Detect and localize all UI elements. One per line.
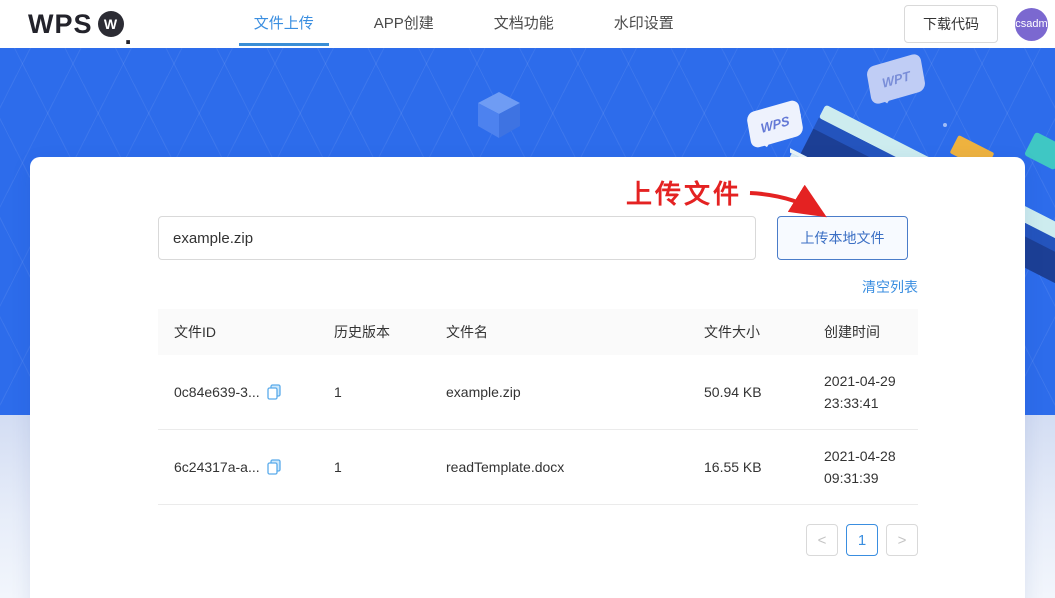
table-row: 0c84e639-3... 1 example.zip 50.94 KB 202… [158, 355, 918, 430]
file-size-cell: 50.94 KB [704, 384, 762, 400]
user-avatar[interactable]: csadm [1015, 7, 1048, 41]
version-cell: 1 [334, 459, 342, 475]
column-header-file-id: 文件ID [174, 324, 216, 340]
created-at-cell: 2021-04-28 09:31:39 [824, 448, 896, 486]
wps-logo-text: WPS [28, 8, 93, 39]
upload-annotation-text: 上传文件 [626, 180, 743, 209]
wps-logo-dot: . [124, 19, 132, 50]
created-at-cell: 2021-04-29 23:33:41 [824, 373, 896, 411]
pagination: < 1 > [158, 524, 918, 556]
file-id-text: 6c24317a-a... [174, 459, 260, 475]
wps-bubble-label: WPS [759, 112, 791, 136]
column-header-file-name: 文件名 [446, 324, 488, 340]
download-code-button[interactable]: 下载代码 [904, 5, 998, 43]
copy-icon[interactable] [266, 384, 281, 400]
file-id-cell: 6c24317a-a... [158, 459, 318, 475]
clear-list-row: 清空列表 [158, 277, 918, 297]
header-right-area: 下载代码 csadm [904, 5, 1048, 43]
nav-tabs: 文件上传 APP创建 文档功能 水印设置 [224, 0, 704, 48]
column-header-created-at: 创建时间 [824, 324, 880, 340]
upload-annotation: 上传文件 [626, 180, 836, 225]
tab-file-upload[interactable]: 文件上传 [224, 0, 344, 48]
tab-app-create[interactable]: APP创建 [344, 0, 464, 48]
wps-logo[interactable]: WPS W . [28, 8, 132, 50]
tab-doc-features[interactable]: 文档功能 [464, 0, 584, 48]
top-nav-bar: WPS W . 文件上传 APP创建 文档功能 水印设置 下载代码 csadm [0, 0, 1055, 48]
copy-icon[interactable] [266, 459, 281, 475]
next-page-button[interactable]: > [886, 524, 918, 556]
column-header-file-size: 文件大小 [704, 324, 760, 340]
file-name-cell: readTemplate.docx [446, 459, 565, 475]
prev-page-button[interactable]: < [806, 524, 838, 556]
page-number-button[interactable]: 1 [846, 524, 878, 556]
file-size-cell: 16.55 KB [704, 459, 762, 475]
content-card: 上传文件 上传本地文件 清空列表 文件ID 历史版本 文件名 文件大小 创建时间… [30, 157, 1025, 598]
wps-logo-badge-icon: W [97, 11, 124, 37]
file-table: 文件ID 历史版本 文件名 文件大小 创建时间 0c84e639-3... 1 … [158, 309, 918, 505]
column-header-version: 历史版本 [334, 324, 390, 340]
cube-decoration [478, 92, 520, 138]
clear-list-link[interactable]: 清空列表 [862, 279, 918, 295]
tab-watermark-settings[interactable]: 水印设置 [584, 0, 704, 48]
file-id-cell: 0c84e639-3... [158, 384, 318, 400]
file-name-cell: example.zip [446, 384, 521, 400]
table-header-row: 文件ID 历史版本 文件名 文件大小 创建时间 [158, 309, 918, 355]
version-cell: 1 [334, 384, 342, 400]
red-arrow-icon [749, 185, 827, 218]
file-id-text: 0c84e639-3... [174, 384, 260, 400]
table-row: 6c24317a-a... 1 readTemplate.docx 16.55 … [158, 430, 918, 505]
